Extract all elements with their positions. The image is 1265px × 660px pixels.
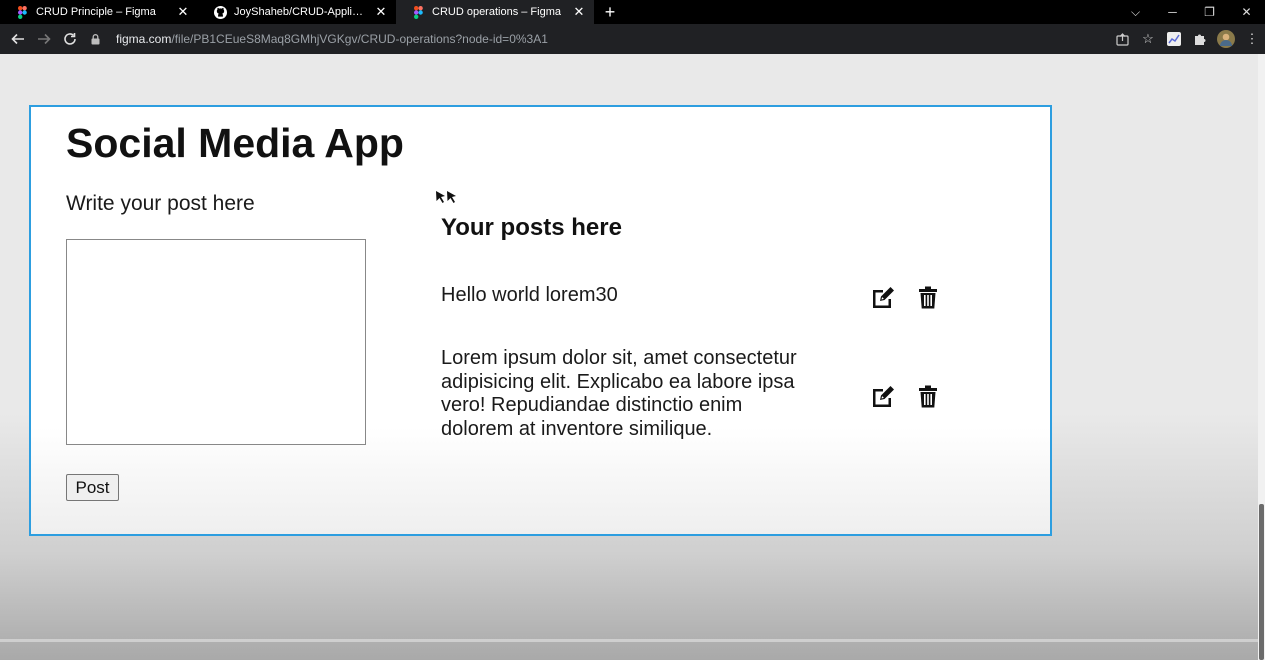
edit-icon[interactable] (870, 383, 896, 409)
trash-icon[interactable] (915, 383, 941, 409)
kebab-menu-icon[interactable]: ⋮ (1239, 26, 1265, 52)
url-host: figma.com (116, 32, 172, 46)
app-title: Social Media App (66, 120, 404, 166)
extension-chart-icon[interactable] (1161, 26, 1187, 52)
profile-avatar-icon[interactable] (1213, 26, 1239, 52)
browser-tab-crud-operations[interactable]: CRUD operations – Figma ✕ (396, 0, 594, 24)
tab-title: CRUD Principle – Figma (36, 6, 156, 18)
new-tab-plus-icon[interactable]: + (596, 0, 624, 24)
tab-strip: CRUD Principle – Figma ✕ JoyShaheb/CRUD-… (0, 0, 1265, 24)
cursor-icon (435, 190, 459, 209)
close-icon[interactable]: ✕ (176, 4, 190, 19)
forward-arrow-icon[interactable] (31, 26, 57, 52)
bookmark-star-icon[interactable]: ☆ (1135, 26, 1161, 52)
browser-tab-crud-principle[interactable]: CRUD Principle – Figma ✕ (0, 0, 198, 24)
design-frame[interactable]: Social Media App Write your post here Po… (29, 105, 1052, 536)
lock-icon[interactable] (88, 33, 102, 45)
figma-icon (411, 5, 425, 19)
address-bar[interactable]: figma.com/file/PB1CEueS8Maq8GMhjVGKgv/CR… (88, 27, 1148, 51)
trash-icon[interactable] (915, 284, 941, 310)
posts-heading: Your posts here (441, 214, 622, 241)
puzzle-extensions-icon[interactable] (1187, 26, 1213, 52)
post-textarea[interactable] (66, 239, 366, 445)
close-icon[interactable]: ✕ (374, 4, 388, 19)
restore-icon[interactable]: ❐ (1191, 0, 1228, 24)
github-icon (213, 5, 227, 19)
minimize-icon[interactable]: ─ (1154, 0, 1191, 24)
post-item-text: Lorem ipsum dolor sit, amet consectetur … (441, 347, 797, 440)
url-path: /file/PB1CEueS8Maq8GMhjVGKgv/CRUD-operat… (171, 32, 548, 46)
browser-tab-github[interactable]: JoyShaheb/CRUD-Application ✕ (198, 0, 396, 24)
post-item-text: Hello world lorem30 (441, 284, 618, 306)
canvas-divider (0, 639, 1258, 642)
close-icon[interactable]: ✕ (572, 4, 586, 19)
close-window-icon[interactable]: ✕ (1228, 0, 1265, 24)
post-button[interactable]: Post (66, 474, 119, 501)
share-icon[interactable] (1109, 26, 1135, 52)
window-controls: ⌵ ─ ❐ ✕ (1117, 0, 1265, 24)
back-arrow-icon[interactable] (5, 26, 31, 52)
tab-title: CRUD operations – Figma (432, 6, 561, 18)
vertical-scrollbar[interactable] (1258, 54, 1265, 660)
browser-toolbar: figma.com/file/PB1CEueS8Maq8GMhjVGKgv/CR… (0, 24, 1265, 54)
tab-title: JoyShaheb/CRUD-Application (234, 6, 368, 18)
tab-search-chevron-icon[interactable]: ⌵ (1117, 0, 1154, 24)
edit-icon[interactable] (870, 284, 896, 310)
write-post-label: Write your post here (66, 192, 255, 215)
reload-icon[interactable] (57, 26, 83, 52)
figma-icon (15, 5, 29, 19)
scrollbar-thumb[interactable] (1259, 504, 1264, 660)
toolbar-actions: ☆ ⋮ (1109, 24, 1265, 54)
